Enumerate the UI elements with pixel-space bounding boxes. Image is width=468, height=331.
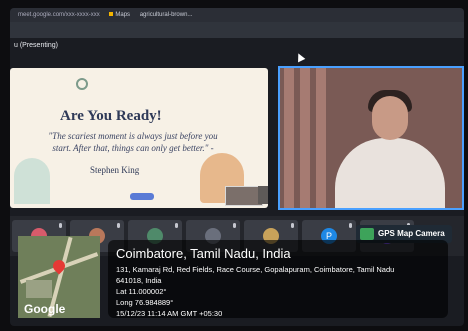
map-thumbnail: Google <box>18 236 100 318</box>
mic-icon <box>291 223 294 228</box>
mic-icon <box>233 223 236 228</box>
speaker-video[interactable] <box>278 66 464 210</box>
presenter-preview-second <box>258 186 268 204</box>
speaker-body <box>335 138 445 208</box>
mic-icon <box>175 223 178 228</box>
slide-author: Stephen King <box>90 165 140 175</box>
mic-icon <box>117 223 120 228</box>
browser-toolbar: meet.google.com/xxx-xxxx-xxx Maps agricu… <box>10 8 464 22</box>
curtain <box>300 68 310 208</box>
maps-icon <box>109 12 114 16</box>
curtain <box>316 68 326 208</box>
bookmark-maps[interactable]: Maps <box>109 8 130 22</box>
curtain <box>284 68 294 208</box>
location-address-line: 641018, India <box>116 276 162 285</box>
shared-slide: Are You Ready! "The scariest moment is a… <box>10 68 268 208</box>
location-latitude: Lat 11.000002° <box>116 287 167 296</box>
gps-overlay: Google Coimbatore, Tamil Nadu, India 131… <box>18 236 452 318</box>
location-city: Coimbatore, Tamil Nadu, India <box>116 246 291 261</box>
decoration-circle-icon <box>76 78 88 90</box>
plant-illustration <box>14 158 50 204</box>
mic-icon <box>349 223 352 228</box>
bookmark-second[interactable]: agricultural-brown... <box>140 8 193 22</box>
slide-title: Are You Ready! <box>60 108 162 124</box>
building <box>26 280 52 298</box>
slide-button <box>130 193 154 200</box>
mouse-cursor-icon <box>294 51 306 63</box>
location-info: Coimbatore, Tamil Nadu, India 131, Kamar… <box>108 240 448 318</box>
meeting-header <box>10 22 464 38</box>
mic-icon <box>59 223 62 228</box>
slide-quote: "The scariest moment is always just befo… <box>48 131 218 153</box>
presenting-label: u (Presenting) <box>14 42 58 49</box>
location-address-line: 131, Kamaraj Rd, Red Fields, Race Course… <box>116 265 395 274</box>
speaker-face <box>372 96 408 140</box>
location-datetime: 15/12/23 11:14 AM GMT +05:30 <box>116 309 223 318</box>
address-bar[interactable]: meet.google.com/xxx-xxxx-xxx <box>18 12 100 18</box>
location-longitude: Long 76.984889° <box>116 298 174 307</box>
location-address: 131, Kamaraj Rd, Red Fields, Race Course… <box>116 264 440 286</box>
map-brand: Google <box>24 302 66 316</box>
